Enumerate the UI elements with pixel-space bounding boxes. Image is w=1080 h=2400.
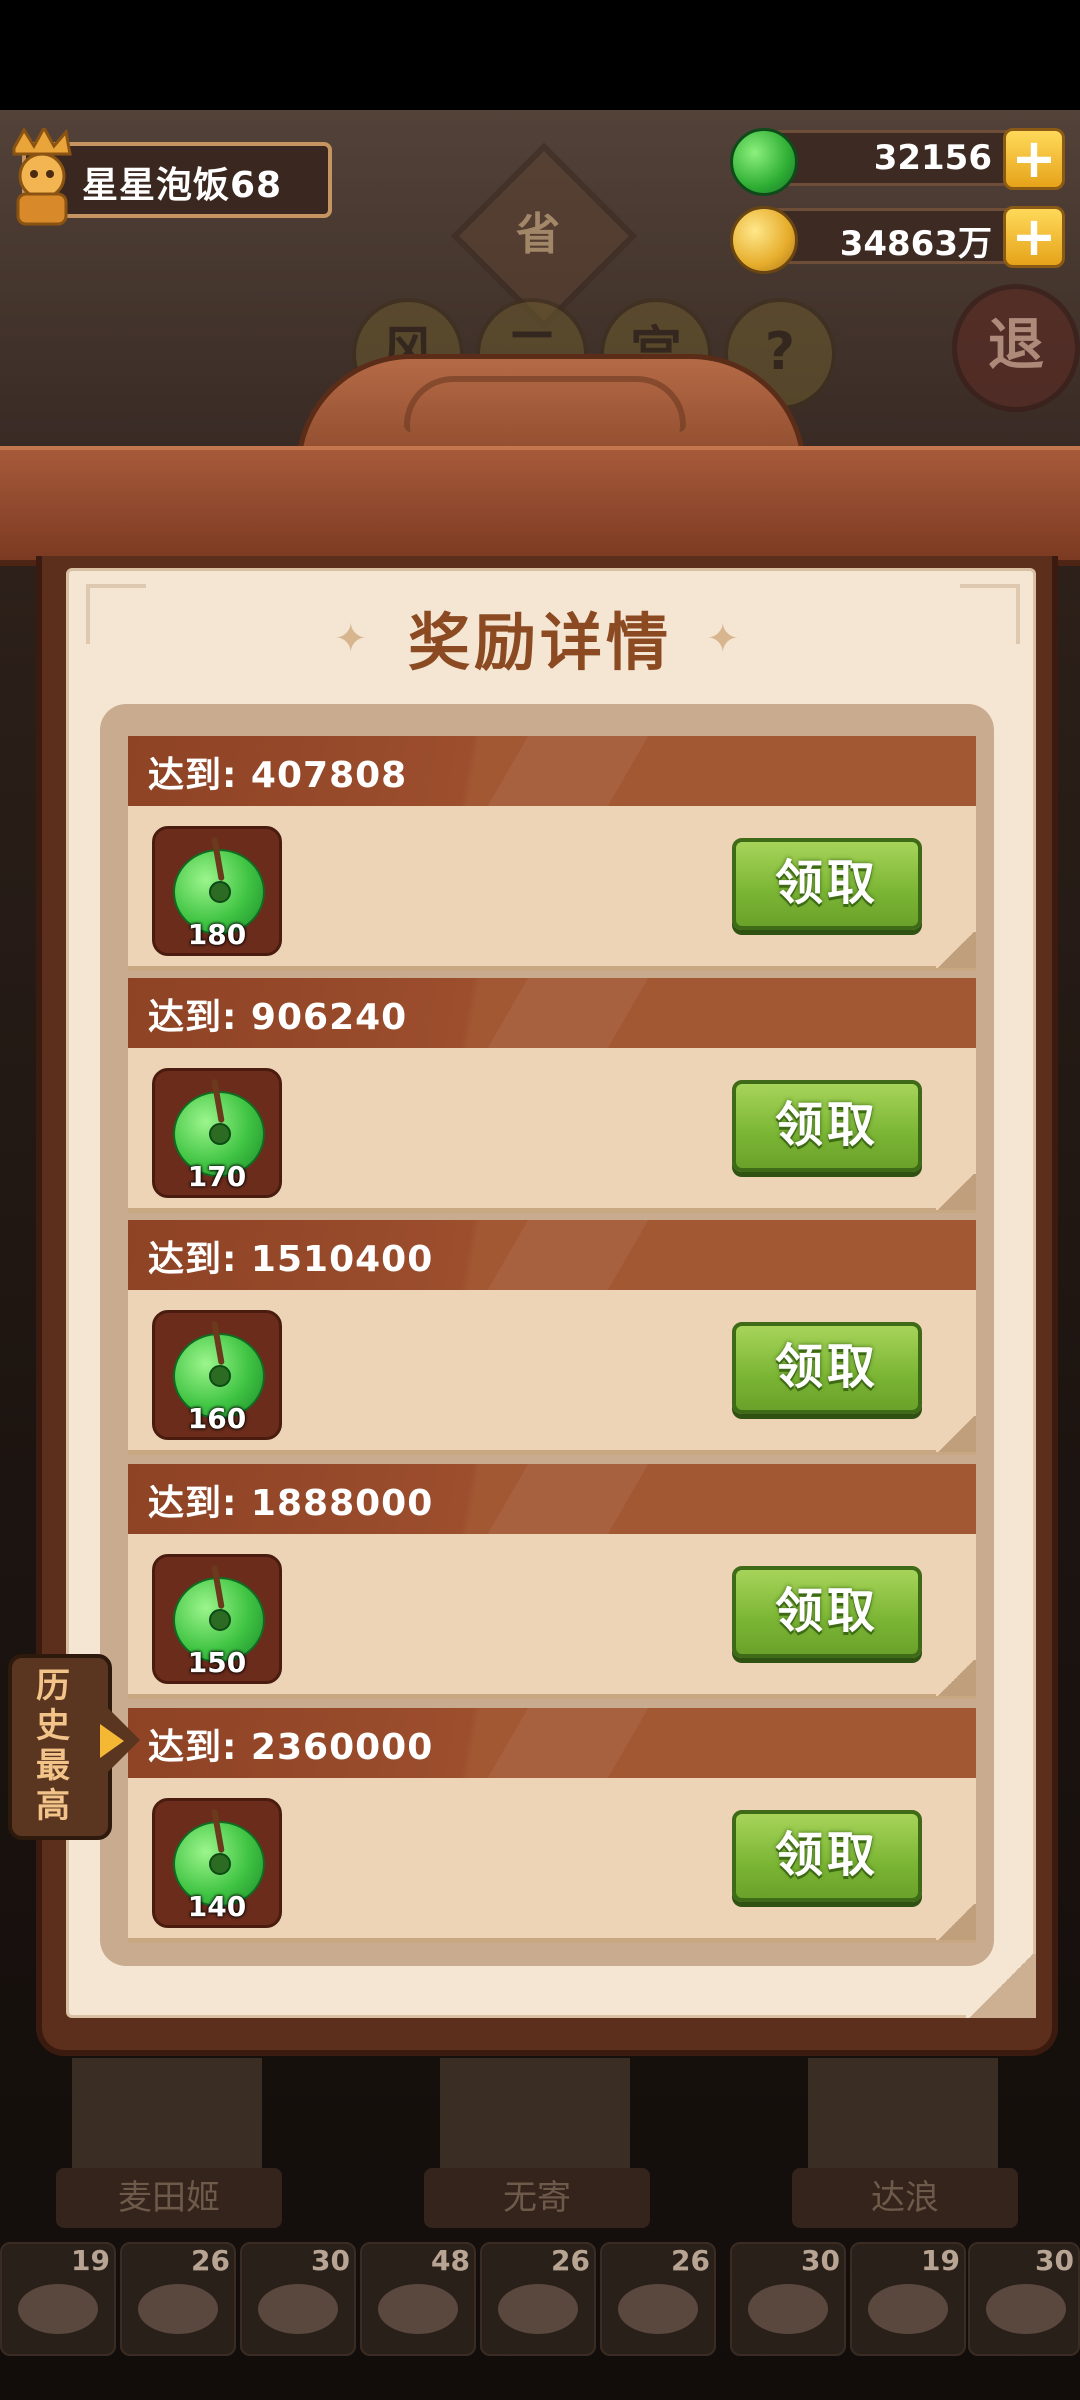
dish-slot: 26 [600,2242,716,2356]
reward-count: 150 [187,1646,247,1679]
row-target: 达到: 1888000 [148,1483,434,1524]
panel-title: 奖励详情 [407,606,672,679]
claim-button[interactable]: 领取 [732,838,922,930]
reward-row: 达到: 1888000 150 领取 [128,1464,976,1699]
roof-sign-text: 省 [516,209,560,260]
reward-row: 达到: 407808 180 领取 [128,736,976,971]
character-card [72,2058,262,2178]
reward-count: 180 [187,918,247,951]
row-target: 达到: 2360000 [148,1727,434,1768]
row-body: 140 领取 [128,1778,976,1943]
claim-button[interactable]: 领取 [732,1566,922,1658]
reward-slot[interactable]: 150 [152,1554,282,1684]
reward-slot[interactable]: 160 [152,1310,282,1440]
player-avatar[interactable] [4,124,80,226]
character-card [808,2058,998,2178]
reward-row: 达到: 2360000 140 领取 [128,1708,976,1943]
add-coins-button[interactable]: + [1003,206,1065,268]
dish-slot: 30 [730,2242,846,2356]
dish-count: 26 [551,2244,590,2277]
dish-slot: 30 [968,2242,1080,2356]
character-name: 麦田姬 [56,2168,282,2228]
avatar-icon [12,124,72,226]
board-top [0,446,1080,566]
row-header: 达到: 1888000 [128,1464,976,1534]
row-target: 达到: 1510400 [148,1239,434,1280]
dish-slot: 19 [850,2242,966,2356]
character-name: 无寄 [424,2168,650,2228]
row-body: 150 领取 [128,1534,976,1699]
reward-slot[interactable]: 170 [152,1068,282,1198]
play-icon [100,1724,124,1758]
add-jade-button[interactable]: + [1003,128,1065,190]
claim-button[interactable]: 领取 [732,1322,922,1414]
reward-slot[interactable]: 140 [152,1798,282,1928]
dish-slot: 26 [120,2242,236,2356]
dish-count: 19 [921,2244,960,2277]
row-body: 180 领取 [128,806,976,971]
dish-slot: 48 [360,2242,476,2356]
row-header: 达到: 1510400 [128,1220,976,1290]
dish-slot: 30 [240,2242,356,2356]
claim-button[interactable]: 领取 [732,1810,922,1902]
coin-amount: 34863万 [839,224,992,264]
row-body: 170 领取 [128,1048,976,1213]
dish-count: 30 [311,2244,350,2277]
row-fold [936,1660,976,1696]
coin-currency-icon [730,206,798,274]
reward-count: 140 [187,1890,247,1923]
row-fold [936,1904,976,1940]
dish-slot: 26 [480,2242,596,2356]
dish-count: 30 [1035,2244,1074,2277]
exit-button: 退 [952,284,1080,412]
dish-slot: 19 [0,2242,116,2356]
row-fold [936,932,976,968]
character-card [440,2058,630,2178]
row-header: 达到: 2360000 [128,1708,976,1778]
player-name: 星星泡饭68 [82,165,283,206]
dish-count: 19 [71,2244,110,2277]
dish-count: 26 [191,2244,230,2277]
reward-slot[interactable]: 180 [152,826,282,956]
row-header: 达到: 407808 [128,736,976,806]
row-target: 达到: 906240 [148,997,408,1038]
dish-count: 30 [801,2244,840,2277]
jade-currency-icon [730,128,798,196]
reward-count: 160 [187,1402,247,1435]
reward-row: 达到: 906240 170 领取 [128,978,976,1213]
row-header: 达到: 906240 [128,978,976,1048]
reward-row: 达到: 1510400 160 领取 [128,1220,976,1455]
reward-count: 170 [187,1160,247,1193]
jade-amount: 32156 [873,138,992,178]
row-fold [936,1174,976,1210]
board-arch-ornament [404,376,686,432]
title-star-right: ✦ [706,616,740,662]
history-best-label: 历史最高 [36,1666,70,1826]
dish-count: 26 [671,2244,710,2277]
row-fold [936,1416,976,1452]
character-name: 达浪 [792,2168,1018,2228]
claim-button[interactable]: 领取 [732,1080,922,1172]
row-target: 达到: 407808 [148,755,408,796]
row-body: 160 领取 [128,1290,976,1455]
dish-count: 48 [431,2244,470,2277]
